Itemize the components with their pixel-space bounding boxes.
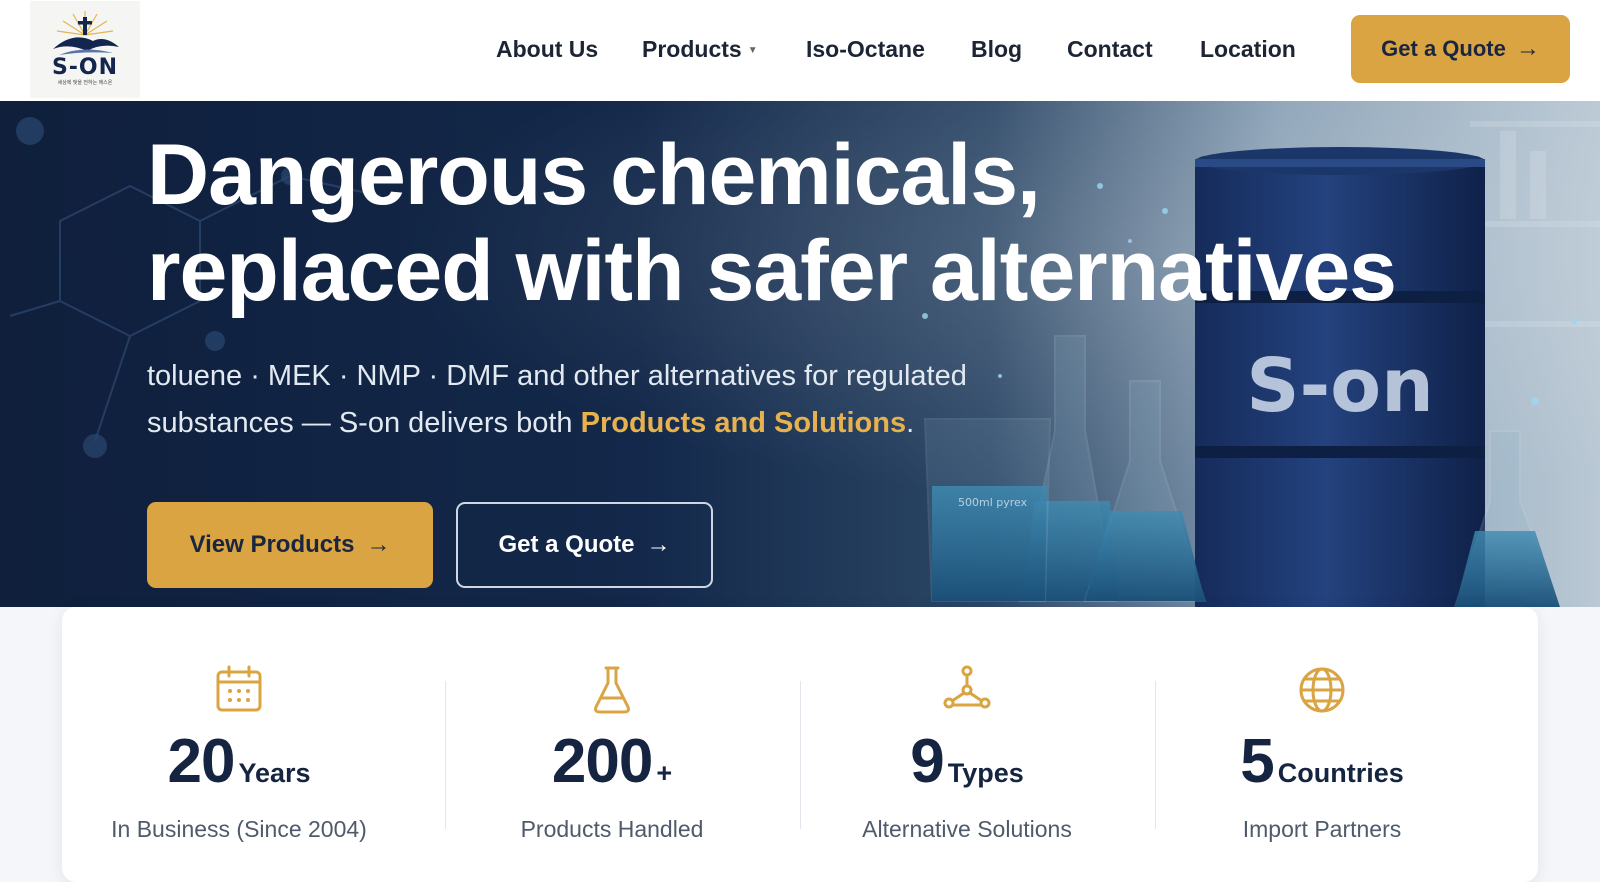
stat-number: 200	[551, 727, 653, 796]
stat-unit: Years	[238, 758, 311, 788]
stat-number: 20	[167, 727, 235, 796]
nav-item-about-us[interactable]: About Us	[496, 35, 598, 63]
network-icon	[943, 665, 991, 709]
stat-number: 5	[1240, 727, 1274, 796]
stat-products: 200 + Products Handled	[435, 607, 789, 868]
hero-subtitle-suffix: .	[906, 407, 915, 439]
nav-item-products[interactable]: Products ▼	[642, 35, 758, 65]
stat-label: Alternative Solutions	[862, 816, 1072, 842]
arrow-right-icon: →	[646, 531, 671, 558]
arrow-right-icon: →	[366, 531, 391, 558]
stats-card: 20 Years In Business (Since 2004) 200 + …	[62, 607, 1538, 882]
hero-get-quote-button[interactable]: Get a Quote →	[456, 502, 713, 588]
calendar-icon	[216, 665, 262, 712]
top-nav: S-ON 세상에 빛을 전하는 에스온 About Us Products ▼ I…	[0, 0, 1600, 101]
stat-solutions: 9 Types Alternative Solutions	[790, 607, 1144, 868]
nav-get-quote-label: Get a Quote	[1381, 36, 1506, 61]
stat-years: 20 Years In Business (Since 2004)	[62, 607, 416, 868]
stat-unit: Countries	[1277, 758, 1404, 788]
caret-down-icon: ▼	[747, 44, 758, 56]
nav-item-products-label: Products	[642, 36, 742, 62]
view-products-button[interactable]: View Products →	[147, 502, 433, 588]
arrow-right-icon: →	[1515, 35, 1540, 62]
beaker-label-text: 500ml pyrex	[958, 496, 1028, 509]
hero-section: S-on 500ml pyrex Dangerous chemicals, re…	[0, 101, 1600, 607]
stat-unit: +	[656, 758, 673, 788]
hero-title-line2: replaced with safer alternatives	[147, 223, 1397, 319]
hero-subtitle-highlight: Products and Solutions	[580, 407, 907, 439]
hero-title-line1: Dangerous chemicals,	[147, 127, 1041, 223]
stat-label: Products Handled	[520, 816, 704, 842]
flask-icon	[594, 666, 630, 714]
view-products-label: View Products	[189, 531, 355, 558]
globe-icon	[1299, 667, 1345, 713]
stat-number: 9	[910, 727, 944, 796]
nav-item-contact[interactable]: Contact	[1067, 35, 1153, 63]
drum-brand-text: S-on	[1246, 343, 1434, 429]
nav-item-iso-octane[interactable]: Iso-Octane	[806, 35, 925, 63]
stat-unit: Types	[947, 758, 1024, 788]
nav-get-quote-button[interactable]: Get a Quote →	[1351, 15, 1570, 83]
hero-subtitle: toluene · MEK · NMP · DMF and other alte…	[147, 353, 967, 447]
stat-label: Import Partners	[1242, 816, 1402, 842]
hero-title: Dangerous chemicals, replaced with safer…	[147, 127, 1397, 319]
nav-item-blog[interactable]: Blog	[971, 35, 1022, 63]
stat-countries: 5 Countries Import Partners	[1145, 607, 1499, 868]
hero-get-quote-label: Get a Quote	[498, 531, 635, 558]
nav-item-location[interactable]: Location	[1200, 35, 1296, 63]
stat-label: In Business (Since 2004)	[111, 816, 367, 842]
